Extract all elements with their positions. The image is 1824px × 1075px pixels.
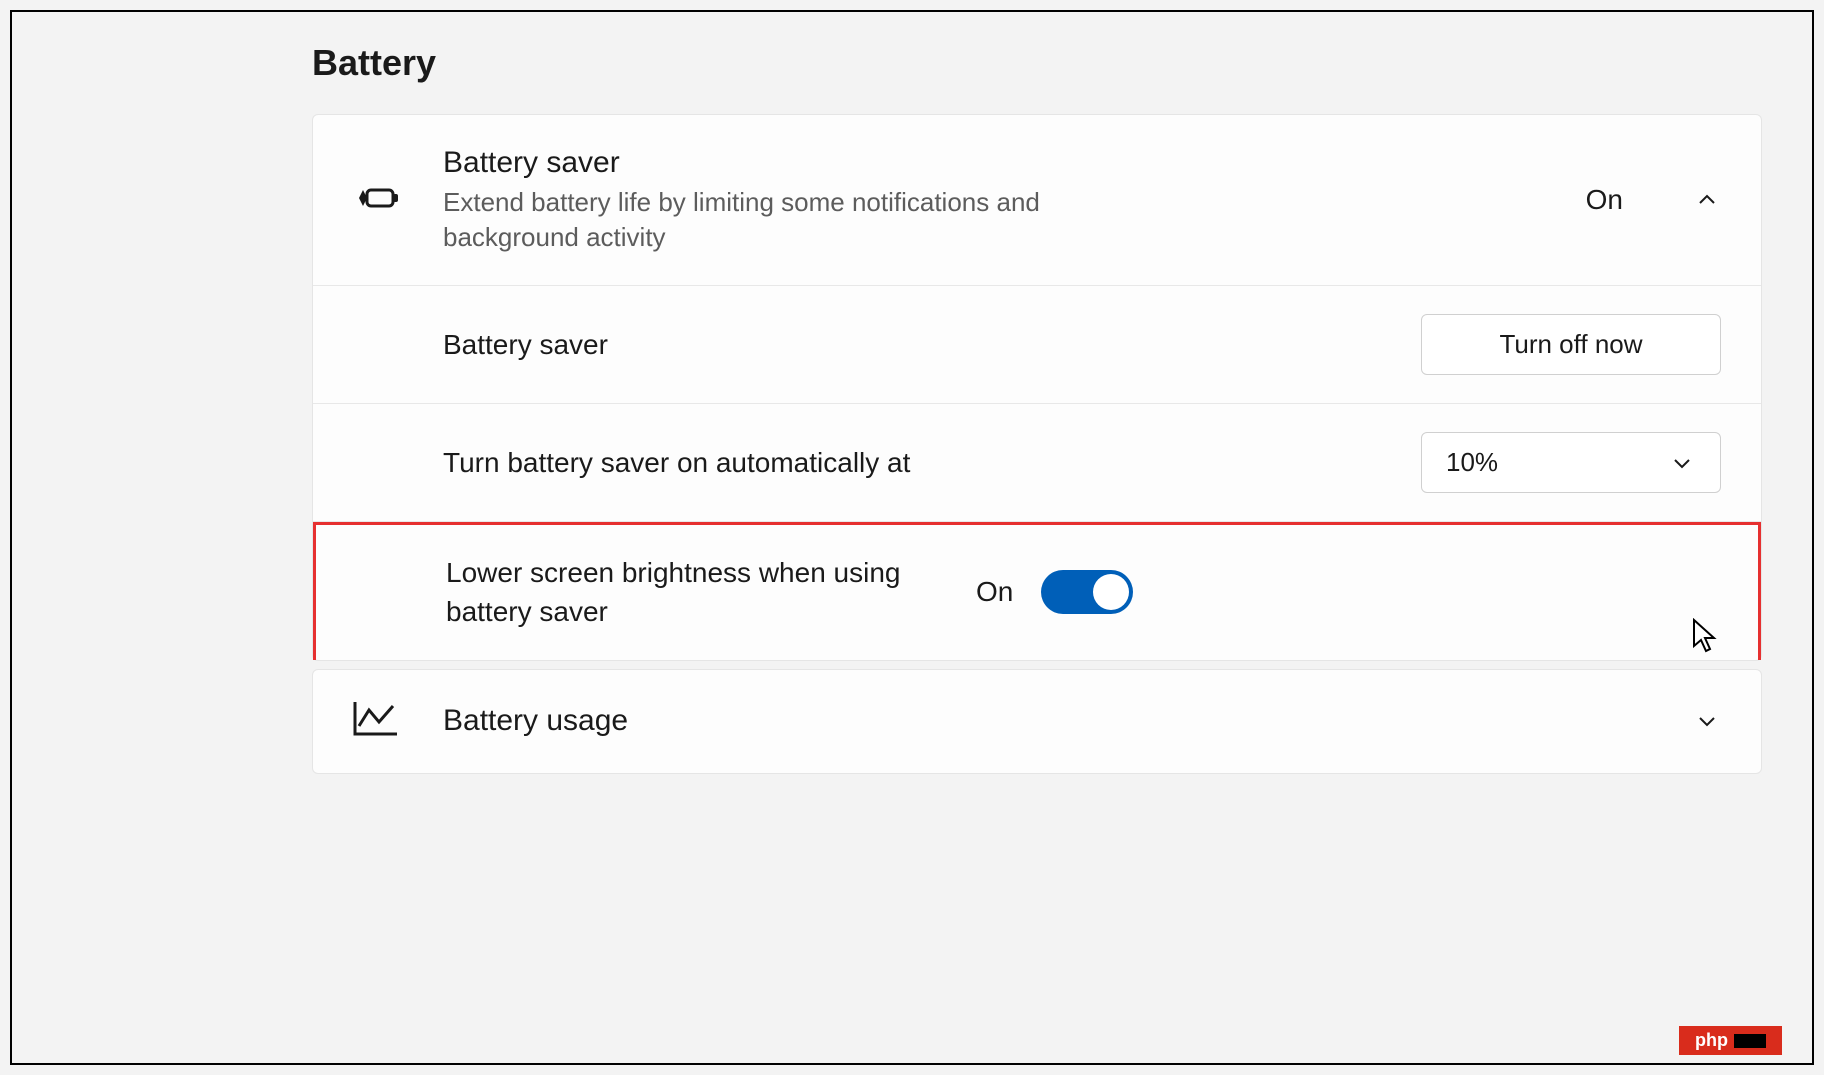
lower-brightness-row: Lower screen brightness when using batte… xyxy=(313,522,1761,659)
lower-brightness-status: On xyxy=(976,576,1013,608)
watermark: php xyxy=(1679,1026,1782,1055)
battery-usage-text: Battery usage xyxy=(443,703,1653,739)
battery-saver-toggle-row: Battery saver Turn off now xyxy=(313,286,1761,404)
battery-usage-title: Battery usage xyxy=(443,703,1653,739)
battery-usage-panel: Battery usage xyxy=(312,669,1762,774)
lower-brightness-toggle[interactable] xyxy=(1041,570,1133,614)
battery-saver-toggle-label: Battery saver xyxy=(443,325,1391,364)
battery-usage-header[interactable]: Battery usage xyxy=(313,670,1761,773)
battery-saver-auto-select[interactable]: 10% xyxy=(1421,432,1721,493)
battery-saver-icon xyxy=(353,178,413,223)
battery-saver-auto-row: Turn battery saver on automatically at 1… xyxy=(313,404,1761,522)
battery-saver-title: Battery saver xyxy=(443,145,1556,181)
toggle-thumb xyxy=(1093,574,1129,610)
battery-saver-header[interactable]: Battery saver Extend battery life by lim… xyxy=(313,115,1761,286)
turn-off-now-button[interactable]: Turn off now xyxy=(1421,314,1721,375)
settings-frame: Battery Battery saver Extend batte xyxy=(10,10,1814,1065)
battery-saver-status: On xyxy=(1586,184,1623,216)
section-title: Battery xyxy=(312,42,1762,84)
lower-brightness-toggle-group: On xyxy=(976,570,1133,614)
battery-saver-auto-label: Turn battery saver on automatically at xyxy=(443,443,1391,482)
chevron-down-icon xyxy=(1693,707,1721,735)
battery-saver-subtitle: Extend battery life by limiting some not… xyxy=(443,185,1143,255)
chevron-down-icon xyxy=(1668,449,1696,477)
battery-saver-text: Battery saver Extend battery life by lim… xyxy=(443,145,1556,255)
battery-saver-panel: Battery saver Extend battery life by lim… xyxy=(312,114,1762,661)
battery-saver-auto-value: 10% xyxy=(1446,447,1498,478)
watermark-decoration xyxy=(1734,1034,1766,1048)
cursor-icon xyxy=(1690,618,1718,654)
watermark-text: php xyxy=(1695,1030,1728,1051)
content-wrapper: Battery Battery saver Extend batte xyxy=(312,42,1762,774)
lower-brightness-label: Lower screen brightness when using batte… xyxy=(446,553,946,631)
chevron-up-icon xyxy=(1693,186,1721,214)
battery-usage-icon xyxy=(353,700,413,743)
